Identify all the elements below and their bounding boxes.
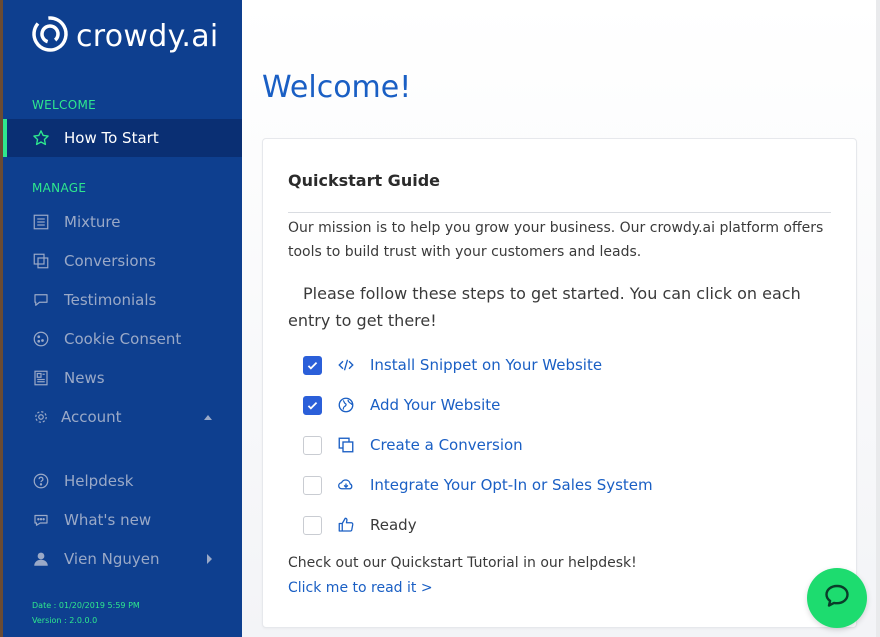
page-title: Welcome!: [262, 70, 412, 105]
sidebar-item-label: Cookie Consent: [64, 330, 182, 348]
step-label: Install Snippet on Your Website: [370, 356, 603, 374]
checkmark-icon: [307, 401, 318, 410]
sidebar-item-label: Conversions: [64, 252, 156, 270]
version-label: Version : 2.0.0.0: [32, 616, 98, 625]
copy-icon: [32, 252, 50, 270]
gear-icon: [32, 408, 50, 426]
user-name: Vien Nguyen: [64, 550, 160, 568]
mission-text: Our mission is to help you grow your bus…: [288, 220, 824, 260]
list-icon: [32, 213, 50, 231]
step-label: Integrate Your Opt-In or Sales System: [370, 476, 653, 494]
cloud-download-icon: [337, 476, 355, 494]
chevron-right-icon: [207, 554, 212, 564]
sidebar-item-label: How To Start: [64, 129, 159, 147]
chat-bubble-icon: [32, 291, 50, 309]
step-checkbox[interactable]: [303, 355, 322, 375]
window-edge: [0, 0, 3, 637]
section-title-manage: MANAGE: [32, 181, 87, 195]
instructions-text: Please follow these steps to get started…: [288, 284, 801, 330]
sidebar-item-account[interactable]: Account: [3, 398, 242, 436]
sidebar-item-user[interactable]: Vien Nguyen: [3, 540, 242, 578]
sidebar-item-label: Mixture: [64, 213, 121, 231]
sidebar-item-label: What's new: [64, 511, 152, 529]
thumbs-up-icon: [337, 516, 355, 534]
sidebar-item-whats-new[interactable]: What's new: [3, 501, 242, 539]
sidebar-item-conversions[interactable]: Conversions: [3, 242, 242, 280]
step-label: Add Your Website: [370, 396, 501, 414]
brand-logo[interactable]: crowdy.ai: [30, 14, 219, 58]
main-content: Welcome! Quickstart Guide Our mission is…: [242, 0, 880, 637]
newspaper-icon: [32, 369, 50, 387]
read-tutorial-link[interactable]: Click me to read it >: [288, 580, 433, 596]
quickstart-card: Quickstart Guide Our mission is to help …: [262, 138, 857, 628]
copy-icon: [337, 436, 355, 454]
sidebar-item-label: Account: [61, 408, 122, 426]
star-icon: [32, 129, 50, 147]
step-label: Create a Conversion: [370, 436, 523, 454]
step-label: Ready: [370, 516, 417, 534]
sidebar-item-how-to-start[interactable]: How To Start: [3, 119, 242, 157]
checkmark-icon: [307, 361, 318, 370]
sidebar-item-helpdesk[interactable]: Helpdesk: [3, 462, 242, 500]
step-checkbox[interactable]: [303, 515, 322, 535]
cookie-icon: [32, 330, 50, 348]
step-ready[interactable]: Ready: [303, 513, 417, 537]
step-install-snippet[interactable]: Install Snippet on Your Website: [303, 353, 602, 377]
sidebar-item-cookie-consent[interactable]: Cookie Consent: [3, 320, 242, 358]
step-add-website[interactable]: Add Your Website: [303, 393, 500, 417]
sidebar-item-label: Helpdesk: [64, 472, 134, 490]
speech-bubble-icon: [32, 511, 50, 529]
step-integrate[interactable]: Integrate Your Opt-In or Sales System: [303, 473, 653, 497]
sidebar-item-testimonials[interactable]: Testimonials: [3, 281, 242, 319]
section-title-welcome: WELCOME: [32, 98, 96, 112]
step-checkbox[interactable]: [303, 395, 322, 415]
chat-launcher-button[interactable]: [807, 568, 867, 628]
step-checkbox[interactable]: [303, 435, 322, 455]
help-circle-icon: [32, 472, 50, 490]
chat-icon: [822, 581, 852, 615]
card-title: Quickstart Guide: [288, 171, 440, 190]
sidebar-item-label: Testimonials: [64, 291, 157, 309]
sidebar-item-mixture[interactable]: Mixture: [3, 203, 242, 241]
globe-icon: [337, 396, 355, 414]
step-create-conversion[interactable]: Create a Conversion: [303, 433, 523, 457]
divider: [288, 212, 831, 213]
chevron-up-icon: [204, 414, 212, 420]
code-icon: [337, 356, 355, 374]
crowdy-logo-icon: [30, 14, 70, 58]
brand-name: crowdy.ai: [76, 18, 219, 54]
date-label: Date : 01/20/2019 5:59 PM: [32, 601, 140, 610]
sidebar: crowdy.ai WELCOME How To Start MANAGE Mi…: [0, 0, 242, 637]
sidebar-item-news[interactable]: News: [3, 359, 242, 397]
scrollbar[interactable]: [876, 0, 880, 637]
tutorial-text: Check out our Quickstart Tutorial in our…: [288, 555, 637, 571]
user-icon: [32, 550, 50, 568]
sidebar-item-label: News: [64, 369, 105, 387]
step-checkbox[interactable]: [303, 475, 322, 495]
